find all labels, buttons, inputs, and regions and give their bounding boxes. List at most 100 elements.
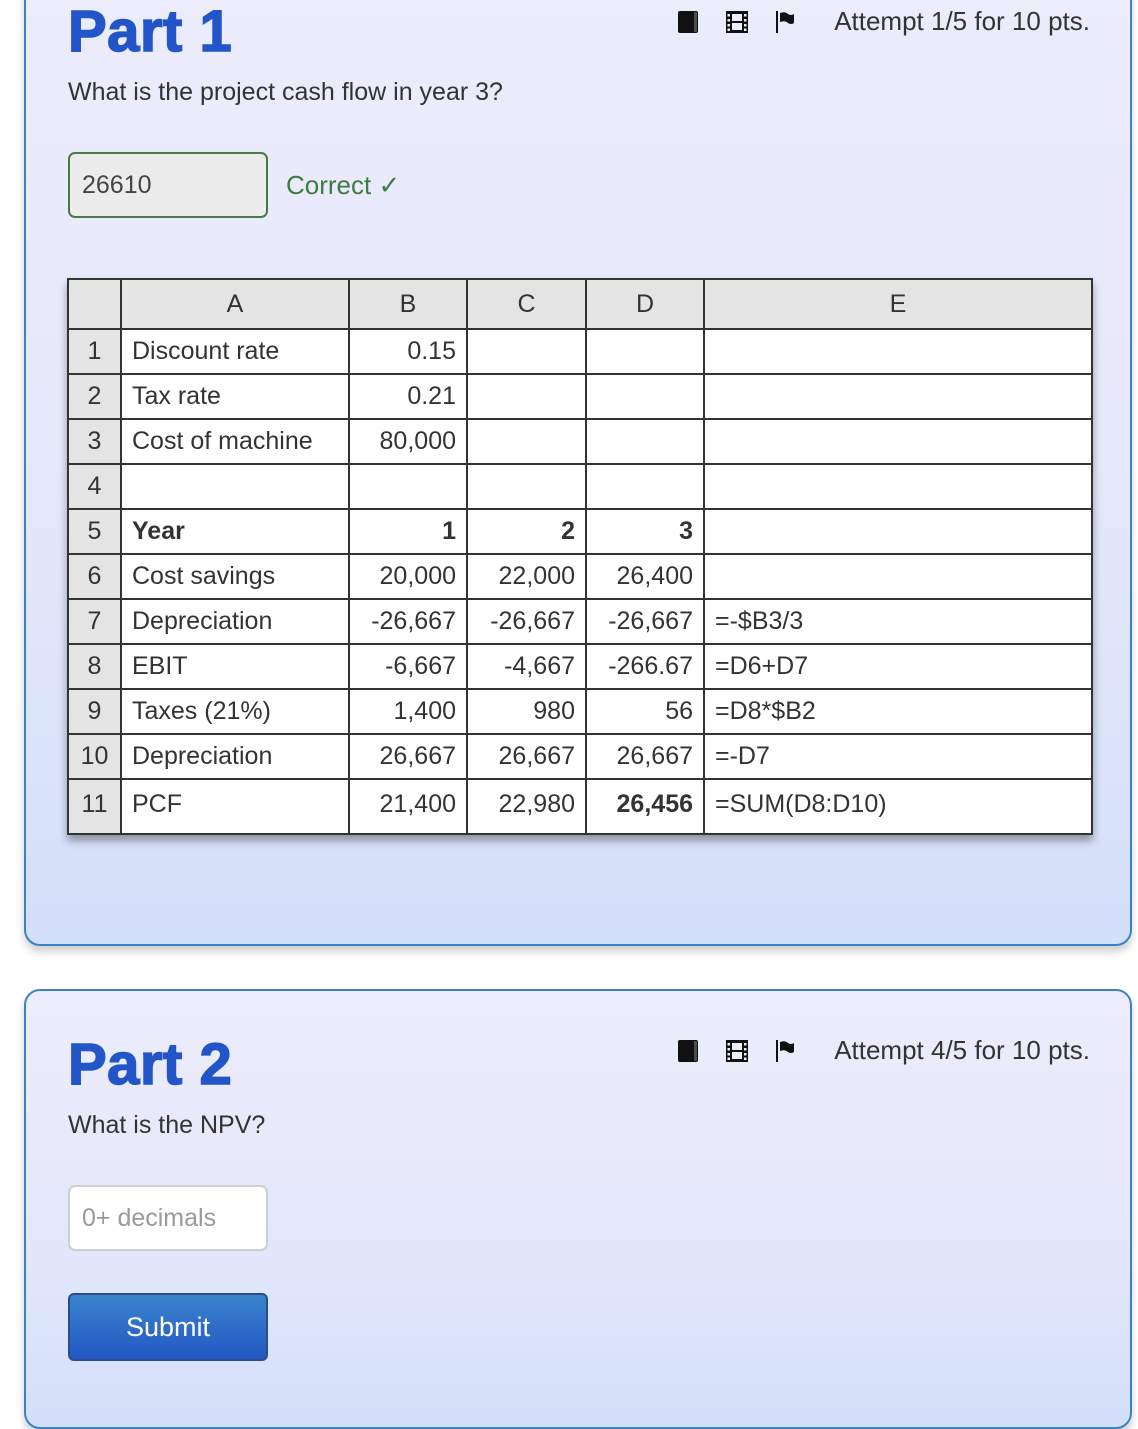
table-row: 1 Discount rate 0.15 bbox=[67, 328, 1093, 375]
table-row: 4 bbox=[67, 463, 1093, 510]
table-row: 6 Cost savings 20,000 22,000 26,400 bbox=[67, 553, 1093, 600]
answer-input[interactable] bbox=[68, 152, 268, 218]
question-text: What is the NPV? bbox=[68, 1111, 266, 1139]
table-row: 8 EBIT -6,667 -4,667 -266.67 =D6+D7 bbox=[67, 643, 1093, 690]
row-number: 8 bbox=[67, 643, 122, 690]
cell-d[interactable]: 26,667 bbox=[585, 733, 705, 780]
flag-icon[interactable] bbox=[772, 1039, 798, 1063]
cell-a[interactable]: Cost savings bbox=[120, 553, 350, 600]
question-text: What is the project cash flow in year 3? bbox=[68, 78, 503, 106]
row-number: 1 bbox=[67, 328, 122, 375]
cell-d[interactable] bbox=[585, 418, 705, 465]
cell-a[interactable]: Depreciation bbox=[120, 733, 350, 780]
cell-e[interactable]: =SUM(D8:D10) bbox=[703, 778, 1093, 835]
submit-button[interactable]: Submit bbox=[68, 1293, 268, 1361]
cell-c[interactable]: -26,667 bbox=[466, 598, 587, 645]
cell-d[interactable]: 56 bbox=[585, 688, 705, 735]
book-icon[interactable] bbox=[676, 10, 702, 34]
row-number: 5 bbox=[67, 508, 122, 555]
cell-b[interactable]: 0.21 bbox=[348, 373, 468, 420]
cell-e[interactable]: =D8*$B2 bbox=[703, 688, 1093, 735]
row-number: 3 bbox=[67, 418, 122, 465]
table-row: 11 PCF 21,400 22,980 26,456 =SUM(D8:D10) bbox=[67, 778, 1093, 835]
cell-e[interactable] bbox=[703, 553, 1093, 600]
cell-c[interactable]: 2 bbox=[466, 508, 587, 555]
corner-cell bbox=[67, 278, 122, 330]
npv-answer-input[interactable] bbox=[68, 1185, 268, 1251]
row-number: 9 bbox=[67, 688, 122, 735]
cell-a[interactable]: EBIT bbox=[120, 643, 350, 690]
table-row: 5 Year 1 2 3 bbox=[67, 508, 1093, 555]
cell-b[interactable]: 20,000 bbox=[348, 553, 468, 600]
part1-card: Part 1 Attempt 1/5 for 10 pts. What is t… bbox=[24, 0, 1132, 946]
cell-a[interactable]: PCF bbox=[120, 778, 350, 835]
cell-d[interactable]: -266.67 bbox=[585, 643, 705, 690]
flag-icon[interactable] bbox=[772, 10, 798, 34]
cell-b[interactable]: 1,400 bbox=[348, 688, 468, 735]
cell-e[interactable]: =D6+D7 bbox=[703, 643, 1093, 690]
cell-a[interactable]: Tax rate bbox=[120, 373, 350, 420]
cell-a[interactable] bbox=[120, 463, 350, 510]
table-row: 3 Cost of machine 80,000 bbox=[67, 418, 1093, 465]
cell-d-highlighted[interactable]: 26,456 bbox=[585, 778, 705, 835]
cell-d[interactable] bbox=[585, 463, 705, 510]
cell-b[interactable]: -6,667 bbox=[348, 643, 468, 690]
cell-d[interactable] bbox=[585, 373, 705, 420]
cell-e[interactable] bbox=[703, 373, 1093, 420]
feedback-correct: Correct ✓ bbox=[286, 170, 401, 200]
cell-a[interactable]: Taxes (21%) bbox=[120, 688, 350, 735]
spreadsheet: A B C D E 1 Discount rate 0.15 2 Tax rate 0.2… bbox=[67, 278, 1093, 835]
cell-c[interactable]: 22,000 bbox=[466, 553, 587, 600]
cell-e[interactable] bbox=[703, 508, 1093, 555]
cell-e[interactable]: =-D7 bbox=[703, 733, 1093, 780]
cell-d[interactable] bbox=[585, 328, 705, 375]
cell-c[interactable] bbox=[466, 373, 587, 420]
column-header-row: A B C D E bbox=[67, 278, 1093, 330]
row-number: 10 bbox=[67, 733, 122, 780]
row-number: 4 bbox=[67, 463, 122, 510]
cell-b[interactable] bbox=[348, 463, 468, 510]
cell-a[interactable]: Cost of machine bbox=[120, 418, 350, 465]
cell-c[interactable]: 26,667 bbox=[466, 733, 587, 780]
cell-c[interactable]: 980 bbox=[466, 688, 587, 735]
film-icon[interactable] bbox=[724, 1039, 750, 1063]
cell-d[interactable]: 3 bbox=[585, 508, 705, 555]
cell-e[interactable] bbox=[703, 418, 1093, 465]
cell-d[interactable]: -26,667 bbox=[585, 598, 705, 645]
cell-c[interactable]: -4,667 bbox=[466, 643, 587, 690]
part1-toolbar: Attempt 1/5 for 10 pts. bbox=[676, 6, 1090, 37]
film-icon[interactable] bbox=[724, 10, 750, 34]
cell-b[interactable]: 21,400 bbox=[348, 778, 468, 835]
cell-c[interactable] bbox=[466, 418, 587, 465]
cell-e[interactable]: =-$B3/3 bbox=[703, 598, 1093, 645]
cell-c[interactable] bbox=[466, 328, 587, 375]
table-row: 7 Depreciation -26,667 -26,667 -26,667 =-$B3/… bbox=[67, 598, 1093, 645]
table-row: 10 Depreciation 26,667 26,667 26,667 =-D7 bbox=[67, 733, 1093, 780]
cell-a[interactable]: Depreciation bbox=[120, 598, 350, 645]
row-number: 6 bbox=[67, 553, 122, 600]
attempt-counter: Attempt 1/5 for 10 pts. bbox=[834, 6, 1090, 36]
part2-card: Part 2 Attempt 4/5 for 10 pts. What is t… bbox=[24, 989, 1132, 1429]
cell-e[interactable] bbox=[703, 463, 1093, 510]
cell-a[interactable]: Year bbox=[120, 508, 350, 555]
cell-e[interactable] bbox=[703, 328, 1093, 375]
cell-b[interactable]: 26,667 bbox=[348, 733, 468, 780]
cell-c[interactable] bbox=[466, 463, 587, 510]
cell-b[interactable]: 1 bbox=[348, 508, 468, 555]
row-number: 11 bbox=[67, 778, 122, 835]
attempt-counter: Attempt 4/5 for 10 pts. bbox=[834, 1035, 1090, 1065]
column-header-a: A bbox=[120, 278, 350, 330]
cell-a[interactable]: Discount rate bbox=[120, 328, 350, 375]
table-row: 9 Taxes (21%) 1,400 980 56 =D8*$B2 bbox=[67, 688, 1093, 735]
part2-title: Part 2 bbox=[67, 1031, 233, 1098]
cell-c[interactable]: 22,980 bbox=[466, 778, 587, 835]
row-number: 2 bbox=[67, 373, 122, 420]
cell-b[interactable]: -26,667 bbox=[348, 598, 468, 645]
cell-d[interactable]: 26,400 bbox=[585, 553, 705, 600]
column-header-c: C bbox=[466, 278, 587, 330]
cell-b[interactable]: 80,000 bbox=[348, 418, 468, 465]
column-header-d: D bbox=[585, 278, 705, 330]
cell-b[interactable]: 0.15 bbox=[348, 328, 468, 375]
part2-toolbar: Attempt 4/5 for 10 pts. bbox=[676, 1035, 1090, 1066]
book-icon[interactable] bbox=[676, 1039, 702, 1063]
